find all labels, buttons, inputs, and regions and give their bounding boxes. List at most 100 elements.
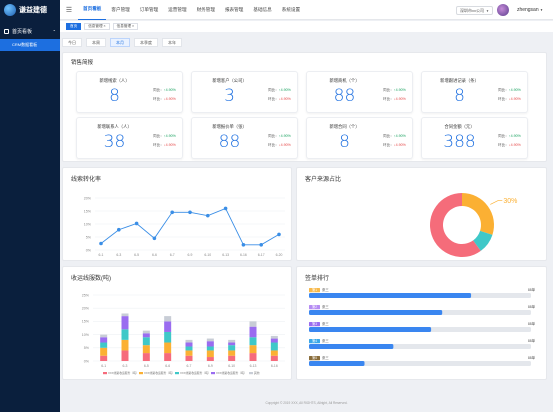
bar-segment[interactable]: [206, 341, 214, 347]
bar-segment[interactable]: [270, 335, 278, 339]
bar-segment[interactable]: [164, 331, 172, 343]
bar-segment[interactable]: [100, 347, 108, 356]
bar-segment[interactable]: [164, 353, 172, 361]
bar-segment[interactable]: [228, 355, 236, 361]
bar-segment[interactable]: [228, 345, 236, 351]
nav-item[interactable]: 订单管理: [135, 0, 163, 20]
kpi-card[interactable]: 新增联系人（人） 38 同比：↑4.90% 环比：↓4.90%: [76, 117, 183, 159]
bar-segment[interactable]: [206, 357, 214, 361]
data-point[interactable]: [170, 210, 174, 215]
period-tab[interactable]: 今日: [62, 38, 82, 47]
bar-segment[interactable]: [185, 350, 193, 356]
bar-segment[interactable]: [270, 350, 278, 356]
bar-segment[interactable]: [142, 333, 150, 338]
logo-text: 谦益建德: [19, 7, 47, 14]
kpi-mom: 环比：↓4.90%: [383, 143, 406, 147]
sidebar-item-crm-dashboard[interactable]: CRM数据看板: [0, 39, 60, 51]
bar-segment[interactable]: [228, 350, 236, 356]
legend-swatch: [103, 372, 107, 375]
logo[interactable]: 谦益建德: [0, 0, 60, 20]
data-point[interactable]: [188, 210, 192, 215]
bar-segment[interactable]: [121, 350, 129, 361]
username[interactable]: zhengsan ▼: [517, 7, 543, 13]
rank-bar[interactable]: [309, 344, 394, 349]
bar-segment[interactable]: [121, 339, 129, 351]
menu-toggle-icon[interactable]: ☰: [60, 6, 78, 14]
bar-segment[interactable]: [228, 339, 236, 343]
bar-segment[interactable]: [185, 355, 193, 361]
rank-bar[interactable]: [309, 361, 365, 366]
nav-item[interactable]: 系统设置: [277, 0, 305, 20]
data-point[interactable]: [223, 206, 228, 211]
nav-item[interactable]: 报表管理: [220, 0, 248, 20]
nav-item[interactable]: 基础信息: [248, 0, 276, 20]
page-tag[interactable]: 信息管理 ×: [112, 23, 139, 30]
bar-segment[interactable]: [206, 346, 214, 351]
nav-item[interactable]: 运营管理: [163, 0, 191, 20]
data-point[interactable]: [117, 227, 121, 232]
kpi-card[interactable]: 新增商机（个） 88 同比：↑4.90% 环比：↓4.90%: [306, 71, 413, 113]
nav-item[interactable]: 财务管理: [192, 0, 220, 20]
kpi-card[interactable]: 合同金额（元） 388 同比：↑4.90% 环比：↓4.90%: [421, 117, 528, 159]
bar-segment[interactable]: [142, 353, 150, 361]
rank-bar[interactable]: [309, 310, 443, 315]
bar-segment[interactable]: [185, 342, 193, 347]
kpi-card[interactable]: 新增客户（公司） 3 同比：↑4.90% 环比：↓4.90%: [191, 71, 298, 113]
bar-segment[interactable]: [100, 342, 108, 348]
kpi-card[interactable]: 新增跟进记录（条） 8 同比：↑4.90% 环比：↓4.90%: [421, 71, 528, 113]
company-select[interactable]: 深圳市xx公司 ▼: [456, 6, 493, 15]
data-point[interactable]: [206, 213, 210, 218]
data-point[interactable]: [152, 236, 157, 241]
data-point[interactable]: [259, 243, 263, 247]
bar-segment[interactable]: [249, 326, 257, 338]
bar-segment[interactable]: [142, 337, 150, 346]
kpi-card[interactable]: 新增报价单（张） 88 同比：↑4.90% 环比：↓4.90%: [191, 117, 298, 159]
bar-segment[interactable]: [142, 345, 150, 354]
bar-segment[interactable]: [185, 339, 193, 343]
bar-segment[interactable]: [121, 313, 129, 317]
data-point[interactable]: [99, 241, 103, 246]
nav-item[interactable]: 首页看板: [78, 0, 107, 20]
legend-swatch: [211, 372, 215, 375]
bar-segment[interactable]: [228, 342, 236, 346]
bar-segment[interactable]: [100, 337, 108, 343]
bar-segment[interactable]: [164, 321, 172, 332]
data-point[interactable]: [241, 243, 246, 247]
bar-segment[interactable]: [100, 334, 108, 338]
bar-segment[interactable]: [142, 330, 150, 334]
data-point[interactable]: [134, 221, 139, 226]
period-tab[interactable]: 本季度: [134, 38, 158, 47]
kpi-label: 新增客户（公司）: [212, 78, 247, 83]
bar-segment[interactable]: [206, 350, 214, 358]
bar-segment[interactable]: [164, 316, 172, 322]
rank-bar[interactable]: [309, 327, 432, 332]
avatar[interactable]: [497, 4, 509, 16]
customer-source-chart: 30%: [430, 193, 517, 257]
bar-segment[interactable]: [270, 338, 278, 343]
page-tag[interactable]: 首页: [66, 23, 82, 30]
page-tag[interactable]: 信息管理 ×: [84, 23, 110, 30]
bar-segment[interactable]: [100, 355, 108, 361]
bar-segment[interactable]: [249, 345, 257, 354]
period-tab[interactable]: 本周: [86, 38, 106, 47]
sidebar-group-dashboard[interactable]: 首页看板 ⌃: [0, 25, 60, 37]
kpi-card[interactable]: 新增线索（人） 8 同比：↑4.90% 环比：↓4.90%: [76, 71, 183, 113]
data-point[interactable]: [277, 232, 281, 237]
bar-segment[interactable]: [185, 346, 193, 351]
period-tab[interactable]: 本年: [162, 38, 182, 47]
bar-segment[interactable]: [164, 342, 172, 354]
pie-slice[interactable]: [462, 193, 494, 235]
kpi-card[interactable]: 新增合同（个） 8 同比：↑4.90% 环比：↓4.90%: [306, 117, 413, 159]
bar-segment[interactable]: [249, 321, 257, 327]
rank-bar[interactable]: [309, 293, 472, 298]
bar-segment[interactable]: [206, 338, 214, 342]
bar-segment[interactable]: [121, 316, 129, 330]
bar-segment[interactable]: [249, 353, 257, 361]
x-tick-label: 6-7: [170, 253, 175, 257]
period-tab[interactable]: 本月: [110, 38, 130, 47]
bar-segment[interactable]: [270, 342, 278, 351]
bar-segment[interactable]: [249, 337, 257, 346]
bar-segment[interactable]: [121, 329, 129, 340]
bar-segment[interactable]: [270, 355, 278, 361]
nav-item[interactable]: 客户管理: [106, 0, 134, 20]
